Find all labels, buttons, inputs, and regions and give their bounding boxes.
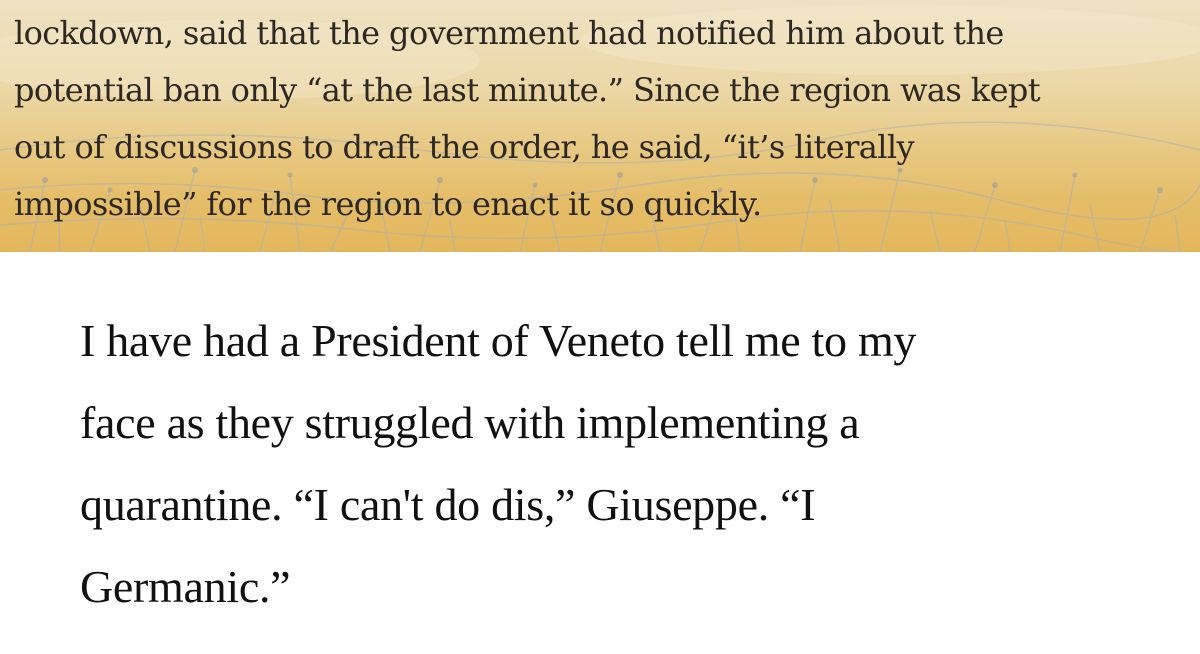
article-excerpt-panel: lockdown, said that the government had n… bbox=[0, 0, 1200, 252]
excerpt-line: lockdown, said that the government had n… bbox=[14, 14, 1004, 52]
article-excerpt-text: lockdown, said that the government had n… bbox=[14, 5, 1194, 233]
screenshot-composite: lockdown, said that the government had n… bbox=[0, 0, 1200, 654]
comment-line: quarantine. “I can't do dis,” Giuseppe. … bbox=[80, 479, 816, 530]
excerpt-line: potential ban only “at the last minute.”… bbox=[14, 71, 1041, 109]
comment-line: face as they struggled with implementing… bbox=[80, 397, 860, 448]
excerpt-line: out of discussions to draft the order, h… bbox=[14, 128, 915, 166]
excerpt-line: impossible” for the region to enact it s… bbox=[14, 185, 762, 223]
comment-text: I have had a President of Veneto tell me… bbox=[80, 300, 1180, 628]
comment-line: I have had a President of Veneto tell me… bbox=[80, 315, 917, 366]
comment-line: Germanic.” bbox=[80, 561, 291, 612]
